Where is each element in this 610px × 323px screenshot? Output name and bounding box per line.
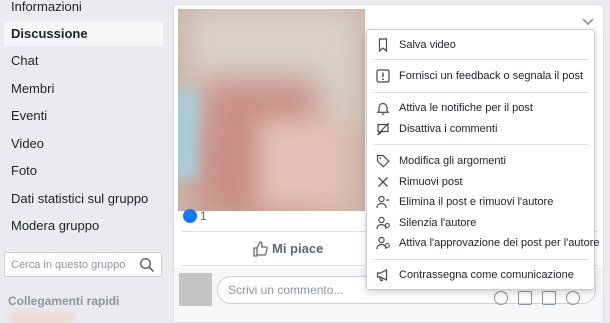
sidebar-item-foto[interactable]: Foto bbox=[4, 158, 163, 183]
menu-item-feedback-report[interactable]: Fornisci un feedback o segnala il post bbox=[367, 66, 594, 86]
menu-item-mute-author[interactable]: Silenzia l'autore bbox=[367, 213, 594, 233]
menu-item-label: Attiva le notifiche per il post bbox=[399, 102, 533, 114]
quick-links-heading: Collegamenti rapidi bbox=[8, 294, 120, 308]
tag-icon bbox=[376, 154, 390, 168]
close-icon bbox=[378, 177, 388, 187]
menu-item-enable-notifications[interactable]: Attiva le notifiche per il post bbox=[367, 98, 594, 118]
like-reaction-icon bbox=[183, 209, 197, 223]
menu-item-label: Elimina il post e rimuovi l'autore bbox=[399, 196, 554, 208]
menu-item-label: Rimuovi post bbox=[399, 176, 463, 188]
bell-icon bbox=[376, 102, 390, 115]
sidebar-item-discussione[interactable]: Discussione bbox=[4, 21, 163, 46]
megaphone-icon bbox=[376, 269, 388, 282]
menu-separator bbox=[373, 59, 588, 60]
group-sidebar: Informazioni Discussione Chat Membri Eve… bbox=[0, 0, 168, 323]
menu-item-label: Modifica gli argomenti bbox=[399, 155, 506, 167]
sidebar-item-dati-statistici[interactable]: Dati statistici sul gruppo bbox=[4, 186, 163, 211]
quick-link-blurred bbox=[10, 313, 74, 323]
bookmark-icon bbox=[378, 38, 388, 52]
gif-icon[interactable] bbox=[542, 291, 556, 305]
group-search bbox=[4, 252, 162, 277]
menu-item-label: Contrassegna come comunicazione bbox=[399, 269, 574, 281]
reaction-summary[interactable]: 1 bbox=[183, 208, 207, 224]
avatar bbox=[179, 273, 212, 306]
like-label: Mi piace bbox=[272, 241, 324, 256]
menu-item-delete-remove-author[interactable]: Elimina il post e rimuovi l'autore bbox=[367, 192, 594, 212]
menu-item-label: Silenzia l'autore bbox=[399, 217, 477, 229]
menu-item-mark-announcement[interactable]: Contrassegna come comunicazione bbox=[367, 265, 594, 285]
menu-item-remove-post[interactable]: Rimuovi post bbox=[367, 172, 594, 192]
menu-item-label: Disattiva i commenti bbox=[399, 123, 498, 135]
camera-icon[interactable] bbox=[518, 291, 532, 305]
sidebar-item-informazioni[interactable]: Informazioni bbox=[4, 0, 163, 19]
video-thumbnail[interactable] bbox=[178, 9, 365, 211]
post-options-menu: Salva video Fornisci un feedback o segna… bbox=[366, 29, 600, 290]
sidebar-item-modera-gruppo[interactable]: Modera gruppo bbox=[4, 213, 163, 238]
menu-separator bbox=[373, 259, 588, 260]
sidebar-item-chat[interactable]: Chat bbox=[4, 48, 163, 73]
menu-item-save-video[interactable]: Salva video bbox=[367, 35, 594, 55]
user-remove-icon bbox=[376, 195, 390, 209]
sidebar-item-membri[interactable]: Membri bbox=[4, 76, 163, 101]
thumbs-up-icon bbox=[253, 241, 268, 257]
report-icon bbox=[376, 69, 390, 83]
user-approve-icon bbox=[376, 236, 390, 250]
menu-item-author-approval[interactable]: Attiva l'approvazione dei post per l'aut… bbox=[367, 233, 600, 253]
menu-item-disable-comments[interactable]: Disattiva i commenti bbox=[367, 119, 594, 139]
group-search-input[interactable] bbox=[11, 257, 135, 273]
chevron-down-icon[interactable] bbox=[582, 17, 594, 27]
reaction-count: 1 bbox=[200, 209, 207, 223]
like-button[interactable]: Mi piace bbox=[252, 239, 323, 259]
menu-item-edit-topics[interactable]: Modifica gli argomenti bbox=[367, 151, 594, 171]
sidebar-item-eventi[interactable]: Eventi bbox=[4, 103, 163, 128]
comment-off-icon bbox=[377, 122, 389, 136]
sticker-icon[interactable] bbox=[566, 291, 580, 305]
sidebar-item-video[interactable]: Video bbox=[4, 131, 163, 156]
menu-item-label: Attiva l'approvazione dei post per l'aut… bbox=[399, 237, 600, 249]
search-icon[interactable] bbox=[139, 257, 155, 273]
menu-item-label: Salva video bbox=[399, 39, 456, 51]
emoji-icon[interactable] bbox=[494, 291, 508, 305]
menu-item-label: Fornisci un feedback o segnala il post bbox=[399, 70, 584, 82]
menu-separator bbox=[373, 144, 588, 145]
user-mute-icon bbox=[376, 216, 390, 230]
menu-separator bbox=[373, 92, 588, 93]
